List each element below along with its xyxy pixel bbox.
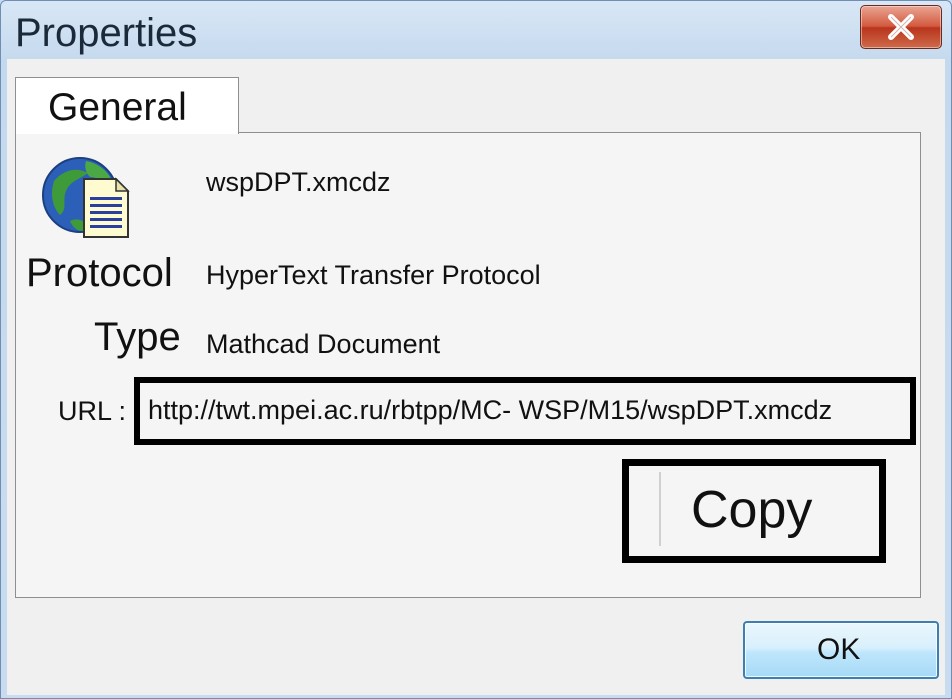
url-value: http://twt.mpei.ac.ru/rbtpp/MC- WSP/M15/… (148, 395, 833, 425)
properties-window: Properties General wspDPT.xmcdz Protocol… (0, 0, 952, 699)
dialog-body: General wspDPT.xmcdz Protocol HyperText … (7, 59, 945, 695)
copy-highlight: Copy (622, 459, 886, 563)
url-label: URL : (58, 396, 127, 426)
filename-text: wspDPT.xmcdz (206, 167, 391, 197)
copy-button-label: Copy (691, 481, 813, 539)
tab-general[interactable]: General (15, 77, 239, 134)
url-field[interactable]: http://twt.mpei.ac.ru/rbtpp/MC- WSP/M15/… (134, 377, 916, 445)
ok-button[interactable]: OK (743, 621, 939, 679)
protocol-label: Protocol (26, 251, 173, 295)
copy-button[interactable]: Copy (659, 472, 871, 546)
type-label: Type (94, 315, 181, 359)
type-value: Mathcad Document (206, 329, 441, 359)
globe-document-icon (40, 151, 134, 248)
close-icon (888, 14, 914, 40)
close-button[interactable] (860, 5, 942, 49)
general-panel: wspDPT.xmcdz Protocol HyperText Transfer… (15, 132, 921, 598)
protocol-value: HyperText Transfer Protocol (206, 260, 541, 290)
tab-general-label: General (48, 86, 187, 129)
window-title: Properties (15, 11, 198, 55)
ok-button-label: OK (817, 633, 861, 666)
